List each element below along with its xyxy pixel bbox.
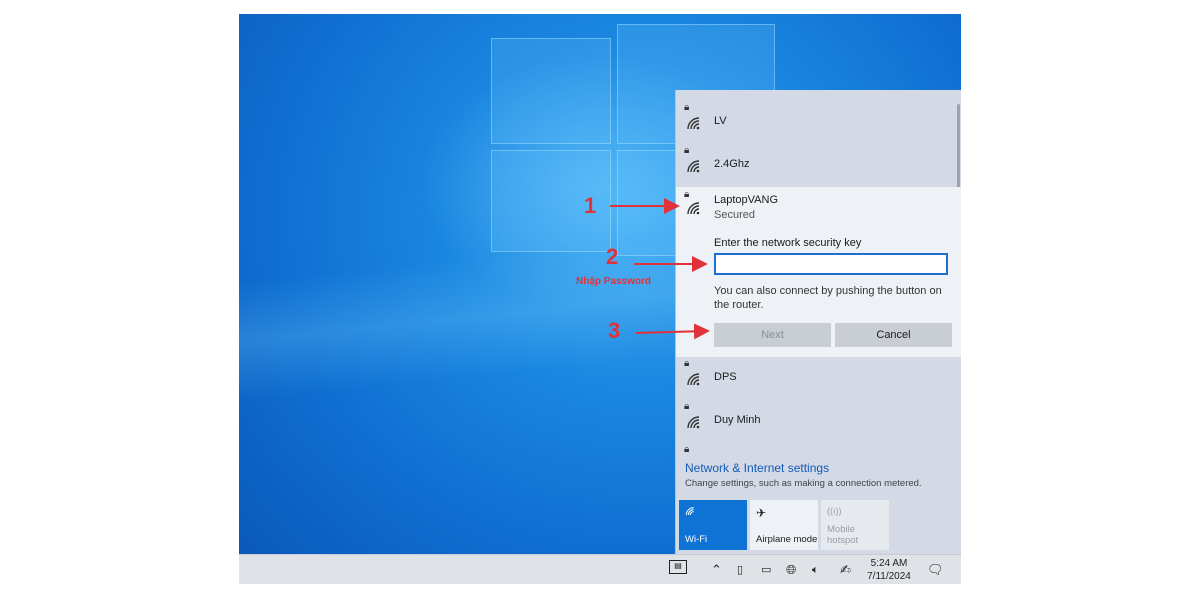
tile-label: Wi-Fi [685, 534, 708, 545]
security-key-input[interactable] [714, 253, 948, 275]
news-widget-icon[interactable]: ▤ [669, 560, 687, 574]
network-item[interactable]: 🔒︎ LV [676, 102, 961, 148]
chevron-up-icon[interactable]: ⌃ [711, 561, 722, 579]
airplane-icon: ✈︎ [756, 506, 767, 520]
window-logo-pane [491, 38, 611, 144]
lock-icon: 🔒︎ [684, 444, 690, 455]
wifi-signal-icon [687, 202, 700, 215]
volume-icon[interactable]: 🔈︎ [812, 561, 819, 579]
globe-network-icon[interactable]: 🌐︎ [786, 561, 796, 579]
network-item-selected[interactable]: 🔒︎ LaptopVANG Secured Enter the network … [676, 187, 961, 357]
cancel-button[interactable]: Cancel [835, 323, 952, 347]
lock-icon: 🔒︎ [684, 102, 690, 113]
mobile-hotspot-tile[interactable]: ((ı)) Mobile hotspot [821, 500, 889, 550]
lock-icon: 🔒︎ [684, 358, 690, 369]
lock-icon: 🔒︎ [684, 189, 690, 200]
network-name: Duy Minh [714, 414, 761, 426]
battery-icon[interactable]: ▭ [761, 561, 771, 579]
network-settings-link[interactable]: Network & Internet settings [685, 461, 829, 475]
wifi-toggle-tile[interactable]: Wi-Fi [679, 500, 747, 550]
wifi-icon [685, 507, 694, 516]
hotspot-icon: ((ı)) [827, 506, 842, 516]
clock-date: 7/11/2024 [867, 571, 911, 582]
wifi-signal-icon [687, 160, 700, 173]
security-key-label: Enter the network security key [714, 237, 862, 249]
taskbar: ▤ ⌃ ▯ ▭ 🌐︎ 🔈︎ ✍︎ 5:24 AM 7/11/2024 🗨︎ [239, 554, 961, 584]
annotation-step-1: 1 [584, 193, 597, 218]
network-status: Secured [714, 209, 755, 221]
clock-time: 5:24 AM [870, 558, 908, 569]
annotation-step-3: 3 [608, 318, 621, 343]
wifi-signal-icon [687, 373, 700, 386]
network-name: LaptopVANG [714, 194, 779, 206]
network-name: LV [714, 115, 727, 127]
tile-label: Airplane mode [756, 534, 818, 545]
router-hint: You can also connect by pushing the butt… [714, 285, 942, 311]
wifi-signal-icon [687, 117, 700, 130]
annotation-step-2-note: Nhập Password [576, 276, 652, 287]
pen-icon[interactable]: ✍︎ [840, 561, 851, 579]
meet-now-icon[interactable]: ▯ [737, 561, 743, 579]
lock-icon: 🔒︎ [684, 401, 690, 412]
tile-label: Mobile hotspot [827, 524, 859, 546]
network-name: 2.4Ghz [714, 158, 750, 170]
annotation-step-2: 2 [606, 244, 619, 269]
network-flyout: 🔒︎ LV 🔒︎ 2.4Ghz 🔒︎ LaptopVANG Secured En… [675, 90, 961, 554]
next-button[interactable]: Next [714, 323, 831, 347]
network-item[interactable]: 🔒︎ DPS [676, 358, 961, 404]
network-settings-description: Change settings, such as making a connec… [685, 478, 922, 489]
desktop: 🔒︎ LV 🔒︎ 2.4Ghz 🔒︎ LaptopVANG Secured En… [239, 14, 961, 584]
lock-icon: 🔒︎ [684, 145, 690, 156]
wifi-signal-icon [687, 416, 700, 429]
clock[interactable]: 5:24 AM 7/11/2024 [859, 557, 919, 583]
notification-center-icon[interactable]: 🗨︎ [927, 561, 944, 579]
network-item[interactable]: 🔒︎ Duy Minh [676, 401, 961, 447]
airplane-mode-tile[interactable]: ✈︎ Airplane mode [750, 500, 818, 550]
network-name: DPS [714, 371, 737, 383]
network-item[interactable]: 🔒︎ 2.4Ghz [676, 145, 961, 191]
